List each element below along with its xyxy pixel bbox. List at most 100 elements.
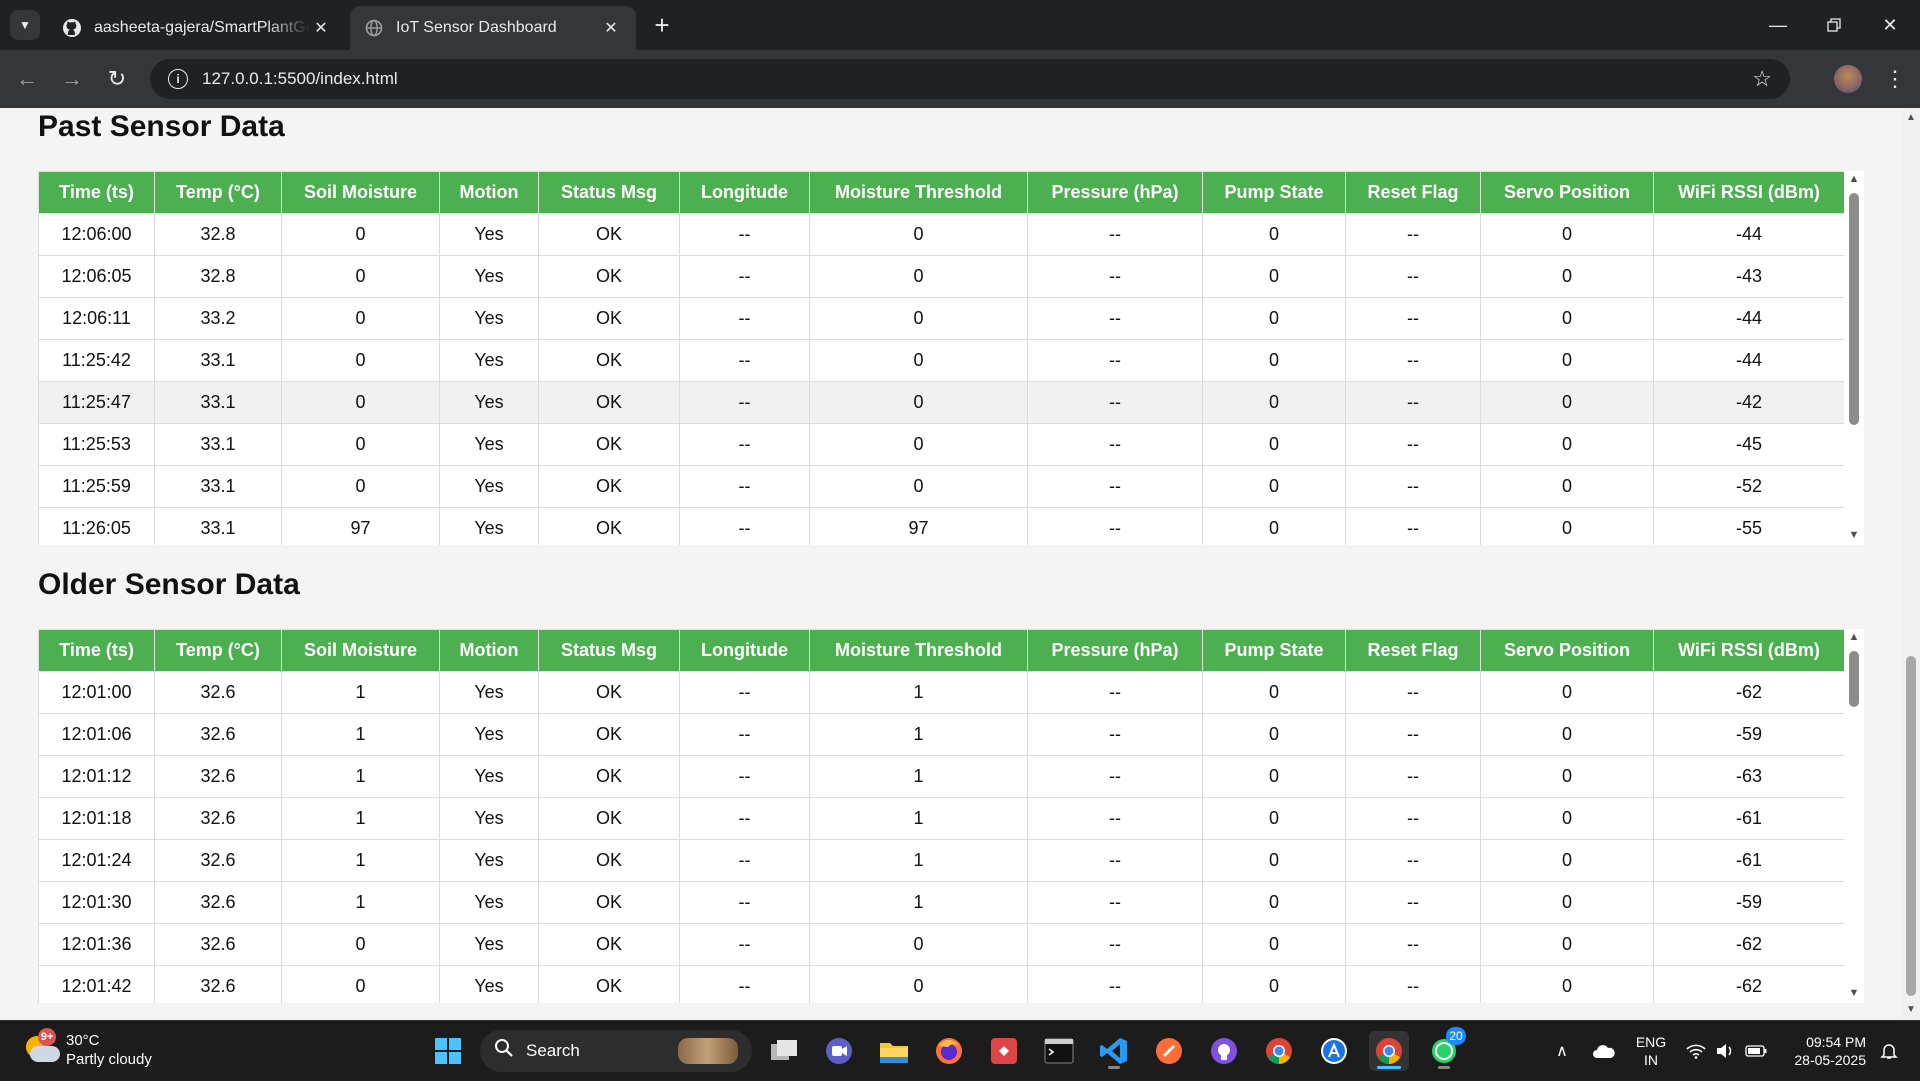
table-cell: OK — [538, 507, 680, 545]
onedrive-cloud-icon[interactable] — [1588, 1021, 1620, 1081]
table-cell: OK — [538, 965, 680, 1003]
table-row: 12:01:00 32.6 1 Yes OK -- 1 -- 0 -- 0 -62 — [38, 671, 1845, 714]
scroll-up-icon[interactable]: ▲ — [1902, 110, 1920, 126]
volume-icon[interactable] — [1712, 1021, 1738, 1081]
table-cell: -43 — [1653, 255, 1845, 298]
taskbar-search[interactable]: Search — [480, 1030, 752, 1072]
meet-icon[interactable] — [819, 1031, 859, 1071]
past-sensor-table-container[interactable]: Time (ts) Temp (°C) Soil Moisture Motion Sta… — [38, 171, 1864, 545]
reload-icon[interactable]: ↻ — [100, 62, 134, 96]
scroll-down-icon[interactable]: ▼ — [1848, 987, 1860, 999]
table-cell: 1 — [809, 713, 1028, 756]
system-clock[interactable]: 09:54 PM 28-05-2025 — [1786, 1033, 1866, 1069]
address-bar[interactable]: i 127.0.0.1:5500/index.html ☆ — [150, 59, 1790, 99]
task-view-icon[interactable] — [764, 1031, 804, 1071]
tab-iot-dashboard[interactable]: IoT Sensor Dashboard ✕ — [350, 6, 636, 50]
tab-github[interactable]: aasheeta-gajera/SmartPlantGuard ✕ — [48, 6, 346, 50]
table-cell: 1 — [809, 881, 1028, 924]
table-row: 12:06:11 33.2 0 Yes OK -- 0 -- 0 -- 0 -44 — [38, 297, 1845, 340]
tab-close-icon[interactable]: ✕ — [310, 17, 332, 39]
table-cell: -- — [1345, 755, 1481, 798]
menu-kebab-icon[interactable]: ⋮ — [1880, 62, 1910, 96]
table-cell: 33.1 — [154, 507, 282, 545]
column-header: Longitude — [679, 171, 810, 214]
table-cell: 0 — [809, 465, 1028, 508]
table-cell: 32.8 — [154, 213, 282, 256]
terminal-icon[interactable] — [1039, 1031, 1079, 1071]
table-cell: Yes — [439, 381, 539, 424]
running-indicator — [1108, 1066, 1120, 1069]
table-cell: 0 — [1480, 213, 1654, 256]
back-arrow-icon[interactable]: ← — [10, 62, 44, 96]
windows-start-icon[interactable] — [428, 1031, 468, 1071]
show-hidden-icons-chevron-icon[interactable]: ∧ — [1548, 1021, 1576, 1081]
table-cell: -62 — [1653, 671, 1845, 714]
scroll-up-icon[interactable]: ▲ — [1848, 173, 1860, 185]
tab-title: IoT Sensor Dashboard — [396, 19, 557, 36]
scroll-thumb[interactable] — [1849, 651, 1859, 707]
column-header: Moisture Threshold — [809, 629, 1028, 672]
github-desktop-icon[interactable] — [1204, 1031, 1244, 1071]
table-cell: -- — [1345, 881, 1481, 924]
chrome-icon[interactable] — [1259, 1031, 1299, 1071]
notification-bell-icon[interactable] — [1874, 1021, 1904, 1081]
site-info-icon[interactable]: i — [168, 69, 188, 89]
profile-avatar[interactable] — [1834, 65, 1862, 93]
table-row: 12:01:42 32.6 0 Yes OK -- 0 -- 0 -- 0 -62 — [38, 965, 1845, 1003]
file-explorer-icon[interactable] — [874, 1031, 914, 1071]
whatsapp-icon[interactable]: 20 — [1424, 1027, 1466, 1071]
past-table-scrollbar[interactable]: ▲ ▼ — [1844, 171, 1864, 545]
vscode-icon[interactable] — [1094, 1031, 1134, 1071]
weather-widget[interactable]: 9+ 30°C Partly cloudy — [22, 1028, 152, 1069]
table-cell: -- — [1345, 671, 1481, 714]
page-scrollbar[interactable]: ▲ ▼ — [1902, 108, 1920, 1020]
table-cell: 11:25:42 — [38, 339, 155, 382]
postman-icon[interactable] — [1149, 1031, 1189, 1071]
table-cell: 33.1 — [154, 339, 282, 382]
new-tab-button[interactable]: + — [648, 10, 676, 40]
table-cell: -- — [679, 755, 810, 798]
table-cell: OK — [538, 755, 680, 798]
scroll-down-icon[interactable]: ▼ — [1902, 1002, 1920, 1018]
older-sensor-table-container[interactable]: Time (ts) Temp (°C) Soil Moisture Motion Sta… — [38, 629, 1864, 1003]
scroll-thumb[interactable] — [1906, 656, 1916, 996]
table-cell: 32.6 — [154, 881, 282, 924]
tab-strip: ▼ aasheeta-gajera/SmartPlantGuard ✕ IoT … — [0, 0, 1920, 50]
table-cell: -- — [1345, 339, 1481, 382]
table-cell: -- — [1027, 755, 1203, 798]
chrome-profile-icon[interactable] — [1369, 1031, 1409, 1071]
wifi-icon[interactable] — [1682, 1021, 1710, 1081]
table-cell: -- — [679, 465, 810, 508]
table-cell: -44 — [1653, 213, 1845, 256]
table-cell: OK — [538, 671, 680, 714]
table-cell: -- — [1345, 965, 1481, 1003]
table-row: 11:25:42 33.1 0 Yes OK -- 0 -- 0 -- 0 -44 — [38, 339, 1845, 382]
table-cell: -- — [1345, 213, 1481, 256]
language-indicator[interactable]: ENG IN — [1634, 1033, 1668, 1069]
table-cell: 1 — [281, 713, 440, 756]
restore-icon[interactable] — [1806, 0, 1862, 50]
older-table-scrollbar[interactable]: ▲ ▼ — [1844, 629, 1864, 1003]
scroll-up-icon[interactable]: ▲ — [1848, 631, 1860, 643]
bookmark-star-icon[interactable]: ☆ — [1752, 66, 1772, 92]
minimize-icon[interactable]: — — [1750, 0, 1806, 50]
app-store-icon[interactable] — [1314, 1031, 1354, 1071]
table-cell: 32.6 — [154, 923, 282, 966]
firefox-icon[interactable] — [929, 1031, 969, 1071]
scroll-down-icon[interactable]: ▼ — [1848, 529, 1860, 541]
tab-search-button[interactable]: ▼ — [10, 10, 40, 40]
globe-icon — [364, 18, 384, 38]
table-row: 12:01:24 32.6 1 Yes OK -- 1 -- 0 -- 0 -61 — [38, 839, 1845, 882]
forward-arrow-icon[interactable]: → — [55, 62, 89, 96]
table-cell: -45 — [1653, 423, 1845, 466]
battery-icon[interactable] — [1742, 1021, 1770, 1081]
git-client-icon[interactable] — [984, 1031, 1024, 1071]
tab-close-icon[interactable]: ✕ — [600, 17, 622, 39]
scroll-thumb[interactable] — [1849, 193, 1859, 425]
table-cell: Yes — [439, 297, 539, 340]
table-cell: -- — [1345, 797, 1481, 840]
table-cell: 0 — [281, 297, 440, 340]
tab-title: aasheeta-gajera/SmartPlantGuard — [94, 19, 310, 36]
url-text[interactable]: 127.0.0.1:5500/index.html — [202, 69, 1752, 89]
close-window-icon[interactable]: ✕ — [1862, 0, 1918, 50]
